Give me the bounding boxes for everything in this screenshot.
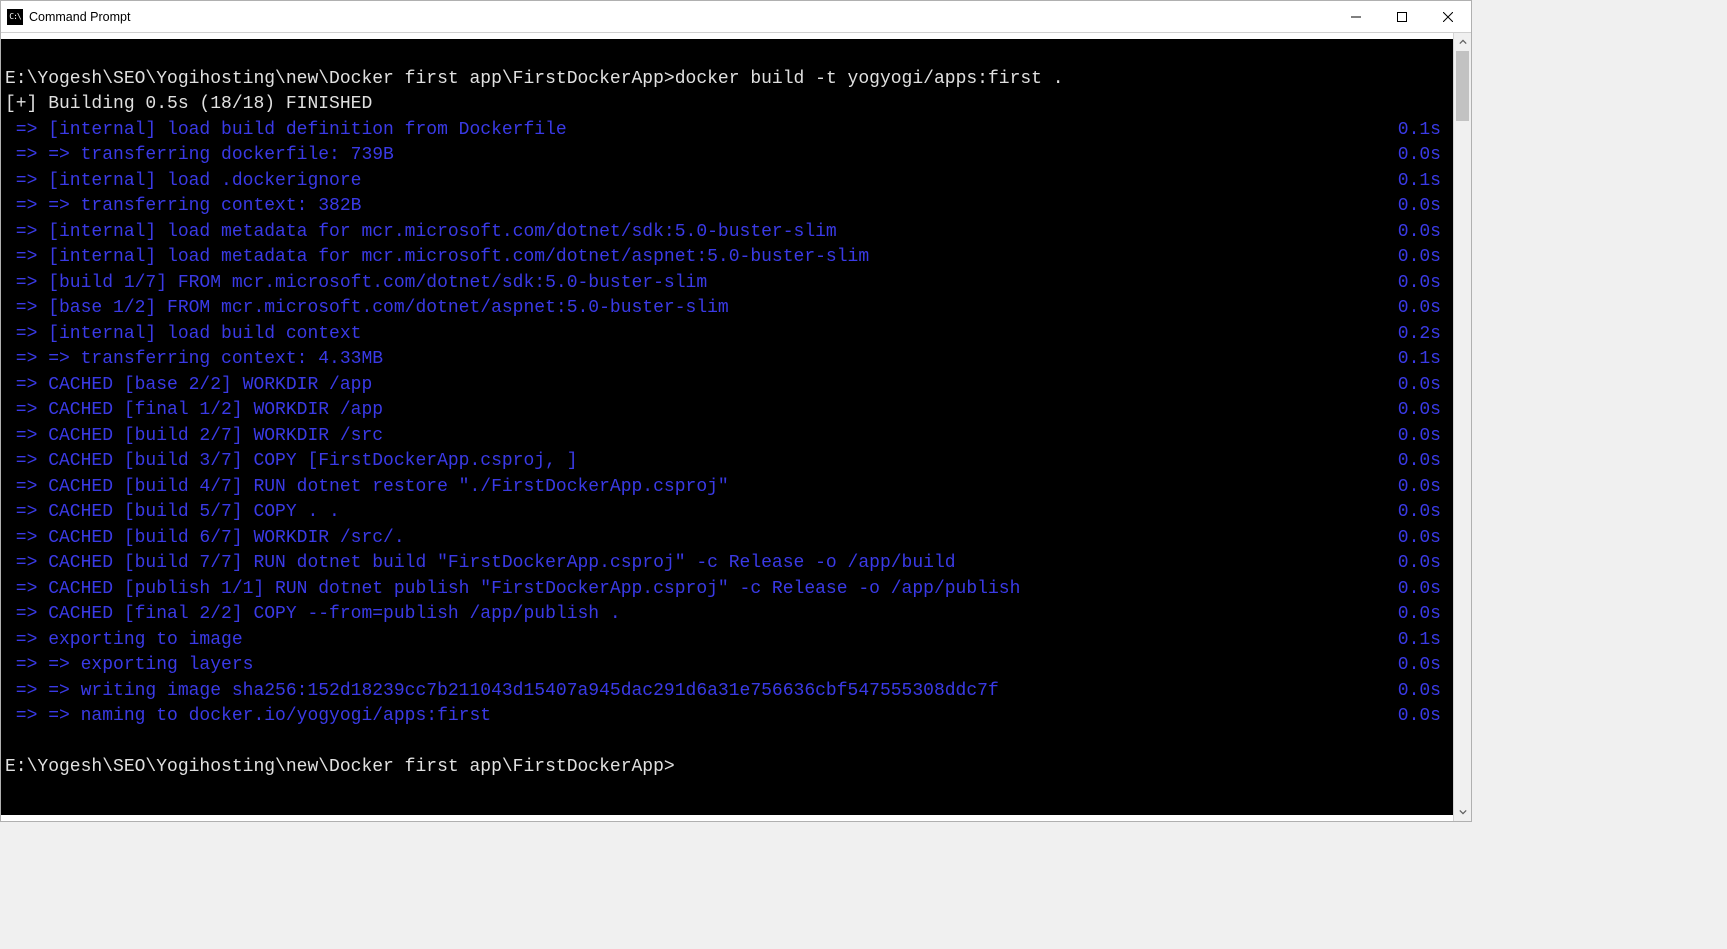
step-time: 0.0s bbox=[1398, 653, 1449, 679]
client-area: E:\Yogesh\SEO\Yogihosting\new\Docker fir… bbox=[1, 33, 1471, 821]
step-time: 0.0s bbox=[1398, 424, 1449, 450]
step-time: 0.1s bbox=[1398, 628, 1449, 654]
maximize-button[interactable] bbox=[1379, 1, 1425, 33]
blank-line bbox=[5, 41, 1449, 67]
step-time: 0.0s bbox=[1398, 551, 1449, 577]
step-time: 0.0s bbox=[1398, 500, 1449, 526]
build-step: => [build 1/7] FROM mcr.microsoft.com/do… bbox=[5, 271, 1449, 297]
step-text: => CACHED [build 3/7] COPY [FirstDockerA… bbox=[5, 449, 578, 475]
build-step: => CACHED [final 1/2] WORKDIR /app 0.0s bbox=[5, 398, 1449, 424]
step-text: => CACHED [final 2/2] COPY --from=publis… bbox=[5, 602, 621, 628]
command-text: docker build -t yogyogi/apps:first . bbox=[675, 69, 1064, 89]
step-text: => => transferring context: 382B bbox=[5, 194, 361, 220]
step-text: => [internal] load .dockerignore bbox=[5, 169, 361, 195]
scroll-up-button[interactable] bbox=[1454, 33, 1472, 51]
build-step: => [internal] load build definition from… bbox=[5, 118, 1449, 144]
step-time: 0.0s bbox=[1398, 245, 1449, 271]
step-text: => CACHED [build 6/7] WORKDIR /src/. bbox=[5, 526, 405, 552]
build-step: => CACHED [build 3/7] COPY [FirstDockerA… bbox=[5, 449, 1449, 475]
build-step: => => exporting layers 0.0s bbox=[5, 653, 1449, 679]
terminal-output[interactable]: E:\Yogesh\SEO\Yogihosting\new\Docker fir… bbox=[1, 39, 1453, 815]
scroll-down-button[interactable] bbox=[1454, 803, 1472, 821]
build-step: => CACHED [base 2/2] WORKDIR /app 0.0s bbox=[5, 373, 1449, 399]
step-text: => CACHED [build 4/7] RUN dotnet restore… bbox=[5, 475, 729, 501]
step-text: => [internal] load metadata for mcr.micr… bbox=[5, 220, 837, 246]
step-text: => => transferring dockerfile: 739B bbox=[5, 143, 394, 169]
step-time: 0.1s bbox=[1398, 347, 1449, 373]
build-step: => => transferring context: 382B 0.0s bbox=[5, 194, 1449, 220]
step-text: => CACHED [build 2/7] WORKDIR /src bbox=[5, 424, 383, 450]
scrollbar-thumb[interactable] bbox=[1456, 51, 1469, 121]
step-time: 0.0s bbox=[1398, 602, 1449, 628]
build-step: => => transferring context: 4.33MB 0.1s bbox=[5, 347, 1449, 373]
step-text: => => writing image sha256:152d18239cc7b… bbox=[5, 679, 999, 705]
step-text: => => transferring context: 4.33MB bbox=[5, 347, 383, 373]
build-step: => [internal] load .dockerignore 0.1s bbox=[5, 169, 1449, 195]
step-text: => [internal] load metadata for mcr.micr… bbox=[5, 245, 869, 271]
step-text: => => naming to docker.io/yogyogi/apps:f… bbox=[5, 704, 491, 730]
build-step: => exporting to image 0.1s bbox=[5, 628, 1449, 654]
step-text: => CACHED [build 7/7] RUN dotnet build "… bbox=[5, 551, 956, 577]
scrollbar-track[interactable] bbox=[1454, 51, 1471, 803]
command-prompt-window: C:\ Command Prompt E:\Yogesh\SEO\Yogihos… bbox=[0, 0, 1472, 822]
build-step: => CACHED [final 2/2] COPY --from=publis… bbox=[5, 602, 1449, 628]
step-text: => CACHED [base 2/2] WORKDIR /app bbox=[5, 373, 372, 399]
build-step: => [base 1/2] FROM mcr.microsoft.com/dot… bbox=[5, 296, 1449, 322]
step-text: => CACHED [publish 1/1] RUN dotnet publi… bbox=[5, 577, 1020, 603]
step-time: 0.1s bbox=[1398, 118, 1449, 144]
vertical-scrollbar[interactable] bbox=[1453, 33, 1471, 821]
build-step: => CACHED [build 2/7] WORKDIR /src 0.0s bbox=[5, 424, 1449, 450]
step-text: => [base 1/2] FROM mcr.microsoft.com/dot… bbox=[5, 296, 729, 322]
build-step: => CACHED [publish 1/1] RUN dotnet publi… bbox=[5, 577, 1449, 603]
step-time: 0.0s bbox=[1398, 373, 1449, 399]
step-time: 0.0s bbox=[1398, 526, 1449, 552]
build-step: => => writing image sha256:152d18239cc7b… bbox=[5, 679, 1449, 705]
step-time: 0.2s bbox=[1398, 322, 1449, 348]
step-text: => => exporting layers bbox=[5, 653, 253, 679]
prompt-path: E:\Yogesh\SEO\Yogihosting\new\Docker fir… bbox=[5, 757, 675, 777]
step-time: 0.0s bbox=[1398, 679, 1449, 705]
build-step: => CACHED [build 7/7] RUN dotnet build "… bbox=[5, 551, 1449, 577]
build-step: => => transferring dockerfile: 739B 0.0s bbox=[5, 143, 1449, 169]
minimize-button[interactable] bbox=[1333, 1, 1379, 33]
build-step: => [internal] load build context 0.2s bbox=[5, 322, 1449, 348]
step-time: 0.0s bbox=[1398, 271, 1449, 297]
build-steps: => [internal] load build definition from… bbox=[5, 118, 1449, 730]
step-text: => [internal] load build context bbox=[5, 322, 361, 348]
prompt-path: E:\Yogesh\SEO\Yogihosting\new\Docker fir… bbox=[5, 69, 675, 89]
titlebar-left: C:\ Command Prompt bbox=[7, 9, 130, 25]
step-time: 0.0s bbox=[1398, 449, 1449, 475]
step-time: 0.0s bbox=[1398, 143, 1449, 169]
step-text: => CACHED [build 5/7] COPY . . bbox=[5, 500, 340, 526]
step-time: 0.0s bbox=[1398, 704, 1449, 730]
step-text: => CACHED [final 1/2] WORKDIR /app bbox=[5, 398, 383, 424]
step-time: 0.0s bbox=[1398, 194, 1449, 220]
step-time: 0.0s bbox=[1398, 577, 1449, 603]
build-step: => [internal] load metadata for mcr.micr… bbox=[5, 245, 1449, 271]
step-time: 0.0s bbox=[1398, 296, 1449, 322]
window-title: Command Prompt bbox=[29, 10, 130, 24]
step-time: 0.1s bbox=[1398, 169, 1449, 195]
command-line-1: E:\Yogesh\SEO\Yogihosting\new\Docker fir… bbox=[5, 67, 1449, 93]
close-button[interactable] bbox=[1425, 1, 1471, 33]
build-step: => => naming to docker.io/yogyogi/apps:f… bbox=[5, 704, 1449, 730]
build-step: => [internal] load metadata for mcr.micr… bbox=[5, 220, 1449, 246]
step-time: 0.0s bbox=[1398, 220, 1449, 246]
blank-line bbox=[5, 730, 1449, 756]
step-text: => [internal] load build definition from… bbox=[5, 118, 567, 144]
build-step: => CACHED [build 6/7] WORKDIR /src/. 0.0s bbox=[5, 526, 1449, 552]
cmd-icon: C:\ bbox=[7, 9, 23, 25]
command-line-2: E:\Yogesh\SEO\Yogihosting\new\Docker fir… bbox=[5, 755, 1449, 781]
titlebar: C:\ Command Prompt bbox=[1, 1, 1471, 33]
window-controls bbox=[1333, 1, 1471, 33]
build-step: => CACHED [build 4/7] RUN dotnet restore… bbox=[5, 475, 1449, 501]
building-status: [+] Building 0.5s (18/18) FINISHED bbox=[5, 92, 1449, 118]
step-time: 0.0s bbox=[1398, 475, 1449, 501]
step-text: => [build 1/7] FROM mcr.microsoft.com/do… bbox=[5, 271, 707, 297]
step-time: 0.0s bbox=[1398, 398, 1449, 424]
step-text: => exporting to image bbox=[5, 628, 243, 654]
build-step: => CACHED [build 5/7] COPY . . 0.0s bbox=[5, 500, 1449, 526]
